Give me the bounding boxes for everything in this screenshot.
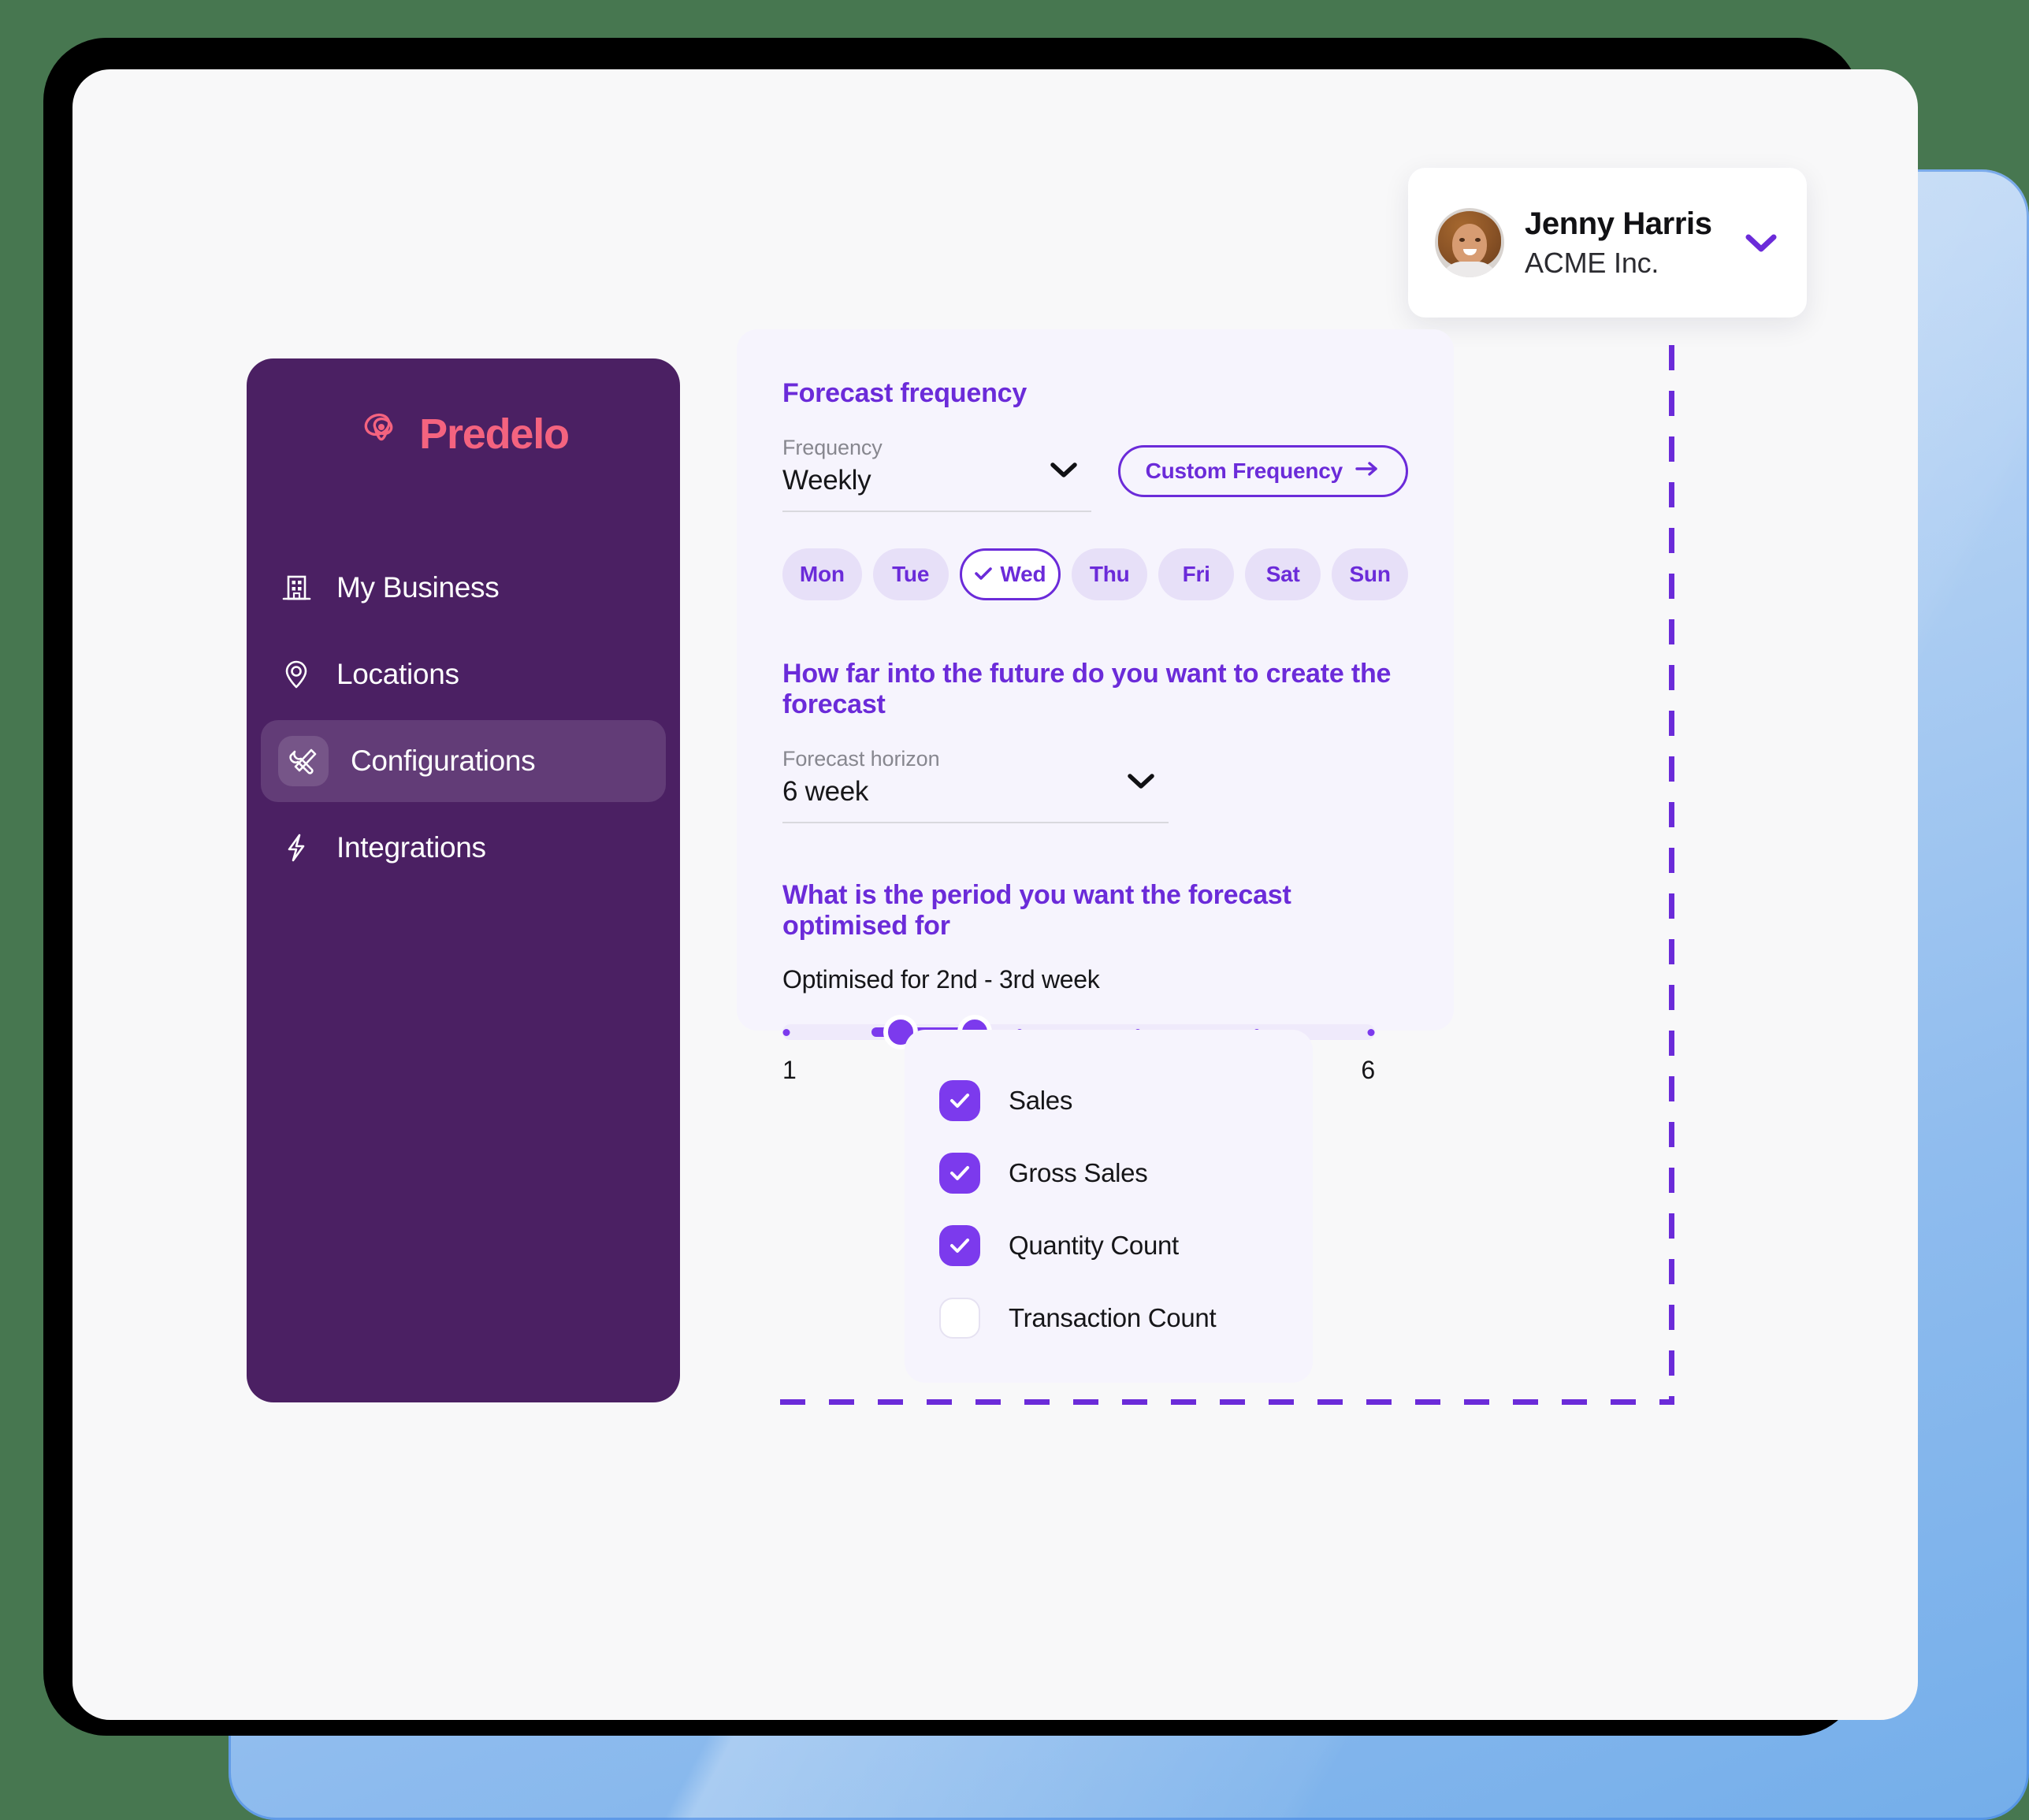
location-pin-icon — [278, 656, 314, 693]
building-icon — [278, 570, 314, 606]
avatar-face — [1452, 224, 1487, 265]
frequency-row: Frequency Weekly Custom Frequency — [782, 409, 1408, 512]
avatar-shoulders — [1441, 262, 1498, 277]
day-pill-label: Fri — [1182, 562, 1210, 586]
sidebar-item-label: Locations — [336, 658, 459, 690]
forecast-frequency-title: Forecast frequency — [782, 378, 1028, 408]
custom-frequency-label: Custom Frequency — [1145, 459, 1343, 483]
optimise-period-caption: Optimised for 2nd - 3rd week — [782, 965, 1100, 994]
checkbox-sales[interactable] — [939, 1080, 980, 1121]
avatar-eye-right — [1475, 238, 1481, 242]
slider-tick-1 — [782, 1029, 790, 1036]
frequency-select-value: Weekly — [782, 465, 871, 496]
day-selector: Mon Tue Wed Thu Fri Sat Sun — [782, 548, 1408, 600]
sidebar-item-integrations[interactable]: Integrations — [261, 807, 666, 889]
arrow-right-icon — [1354, 459, 1381, 484]
metric-label: Quantity Count — [1009, 1231, 1179, 1260]
day-pill-fri[interactable]: Fri — [1158, 548, 1235, 600]
profile-name: Jenny Harris — [1525, 206, 1712, 241]
metric-row-quantity-count[interactable]: Quantity Count — [905, 1209, 1313, 1282]
day-pill-mon[interactable]: Mon — [782, 548, 862, 600]
sidebar-item-my-business[interactable]: My Business — [261, 547, 666, 629]
metric-row-sales[interactable]: Sales — [905, 1064, 1313, 1137]
frequency-select[interactable]: Frequency Weekly — [782, 436, 1091, 512]
brand-logo: Predelo — [247, 407, 680, 460]
checkbox-gross-sales[interactable] — [939, 1153, 980, 1194]
sidebar: Predelo My Business Locations Configurat… — [247, 358, 680, 1402]
forecast-horizon-section: How far into the future do you want to c… — [782, 659, 1408, 823]
sidebar-item-label: Configurations — [351, 745, 536, 777]
day-pill-tue[interactable]: Tue — [872, 548, 949, 600]
checkbox-transaction-count[interactable] — [939, 1298, 980, 1339]
brand-name: Predelo — [419, 410, 570, 458]
forecast-horizon-select[interactable]: Forecast horizon 6 week — [782, 747, 1169, 823]
day-pill-label: Sat — [1265, 562, 1300, 586]
slider-tick-6 — [1367, 1029, 1375, 1036]
chevron-down-icon[interactable] — [1744, 231, 1778, 254]
metric-label: Gross Sales — [1009, 1158, 1148, 1187]
slider-max-label: 6 — [1361, 1056, 1375, 1084]
day-pill-label: Thu — [1089, 562, 1130, 586]
day-pill-label: Mon — [799, 562, 845, 586]
sidebar-item-label: My Business — [336, 571, 500, 604]
profile-organization: ACME Inc. — [1525, 247, 1659, 279]
user-profile-card[interactable]: Jenny Harris ACME Inc. — [1408, 168, 1807, 318]
check-icon — [974, 562, 993, 587]
dashed-guide-horizontal — [780, 1399, 1674, 1405]
day-pill-label: Sun — [1349, 562, 1391, 586]
metric-row-gross-sales[interactable]: Gross Sales — [905, 1137, 1313, 1209]
forecast-settings-card: Forecast frequency Frequency Weekly Cust… — [737, 329, 1454, 1084]
slider-min-label: 1 — [782, 1056, 797, 1084]
checkbox-quantity-count[interactable] — [939, 1225, 980, 1266]
forecast-horizon-title: How far into the future do you want to c… — [782, 659, 1392, 719]
forecast-horizon-select-value: 6 week — [782, 776, 869, 807]
avatar-eye-left — [1459, 238, 1465, 242]
metric-label: Sales — [1009, 1086, 1073, 1115]
chevron-down-icon[interactable] — [1049, 459, 1079, 484]
day-pill-thu[interactable]: Thu — [1072, 548, 1148, 600]
chevron-down-icon[interactable] — [1126, 771, 1156, 795]
day-pill-sat[interactable]: Sat — [1245, 548, 1321, 600]
day-pill-label: Tue — [892, 562, 930, 586]
sidebar-item-configurations[interactable]: Configurations — [261, 720, 666, 802]
metrics-selection-card: Sales Gross Sales Quantity Count Transac… — [905, 1030, 1313, 1383]
day-pill-sun[interactable]: Sun — [1332, 548, 1408, 600]
day-pill-wed[interactable]: Wed — [959, 548, 1061, 600]
dashed-guide-vertical — [1669, 345, 1674, 1405]
sidebar-item-label: Integrations — [336, 831, 486, 864]
custom-frequency-button[interactable]: Custom Frequency — [1117, 445, 1408, 497]
sidebar-item-locations[interactable]: Locations — [261, 633, 666, 715]
lightning-bolt-icon — [278, 830, 314, 866]
sidebar-nav: My Business Locations Configurations Int… — [247, 547, 680, 889]
optimise-period-title: What is the period you want the forecast… — [782, 880, 1291, 941]
tools-wrench-screwdriver-icon — [278, 736, 329, 786]
avatar — [1435, 208, 1504, 277]
metric-label: Transaction Count — [1009, 1303, 1217, 1332]
predelo-atom-logo-icon — [358, 407, 407, 460]
metric-row-transaction-count[interactable]: Transaction Count — [905, 1282, 1313, 1354]
profile-text-group: Jenny Harris ACME Inc. — [1525, 206, 1723, 280]
frequency-select-label: Frequency — [782, 436, 883, 459]
day-pill-label: Wed — [1000, 562, 1046, 586]
forecast-horizon-select-label: Forecast horizon — [782, 747, 940, 771]
